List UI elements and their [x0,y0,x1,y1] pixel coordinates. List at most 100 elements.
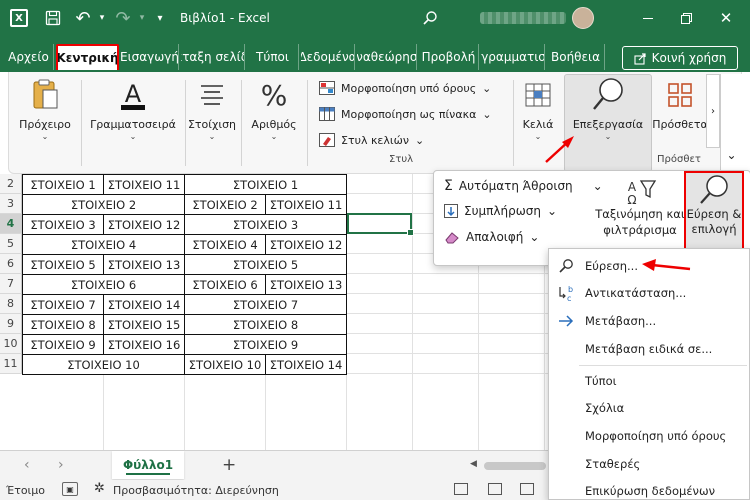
row-header-2[interactable]: 2 [0,174,22,194]
cell[interactable]: ΣΤΟΙΧΕΙΟ 13 [265,274,347,295]
tab-help[interactable]: Βοήθεια [547,44,605,70]
scroll-left-icon[interactable]: ◀ [470,459,477,469]
customize-toolbar-icon[interactable]: ▾ [152,0,168,36]
find-select-button[interactable]: Εύρεση & επιλογή [684,171,744,251]
alignment-button[interactable]: Στοίχιση ⌄ [188,76,236,148]
addins-button[interactable]: Πρόσθετα [652,76,708,148]
sort-filter-button[interactable]: AΩ Ταξινόμηση και φιλτράρισμα [594,177,686,253]
font-button[interactable]: A Γραμματοσειρά ⌄ [85,76,181,148]
cell[interactable]: ΣΤΟΙΧΕΙΟ 2 [22,194,185,215]
save-icon[interactable] [42,0,64,36]
ribbon-scroll-right-icon[interactable]: › [706,74,720,148]
cell[interactable]: ΣΤΟΙΧΕΙΟ 1 [184,174,347,195]
row-header-4[interactable]: 4 [0,214,22,234]
cell[interactable]: ΣΤΟΙΧΕΙΟ 12 [265,234,347,255]
row-header-10[interactable]: 10 [0,334,22,354]
cell-styles-button[interactable]: Στυλ κελιών ⌄ [319,130,424,150]
clear-button[interactable]: Απαλοιφή ⌄ [444,227,539,247]
minimize-button[interactable] [628,0,668,36]
row-header-11[interactable]: 11 [0,354,22,374]
cell[interactable]: ΣΤΟΙΧΕΙΟ 7 [184,294,347,315]
ribbon-collapse-icon[interactable]: ⌄ [720,74,742,170]
cell[interactable]: ΣΤΟΙΧΕΙΟ 2 [184,194,266,215]
cell[interactable]: ΣΤΟΙΧΕΙΟ 10 [184,354,266,375]
menu-item-goto[interactable]: Μετάβαση... [549,309,749,333]
cell[interactable]: ΣΤΟΙΧΕΙΟ 7 [22,294,104,315]
cell[interactable]: ΣΤΟΙΧΕΙΟ 10 [22,354,185,375]
fill-button[interactable]: Συμπλήρωση ⌄ [444,201,557,221]
undo-dropdown-icon[interactable]: ▾ [96,0,108,36]
active-cell[interactable] [347,213,414,236]
cell[interactable]: ΣΤΟΙΧΕΙΟ 4 [22,234,185,255]
cell[interactable]: ΣΤΟΙΧΕΙΟ 11 [265,194,347,215]
menu-item-conditional-formatting[interactable]: Μορφοποίηση υπό όρους [549,424,749,448]
cell[interactable]: ΣΤΟΙΧΕΙΟ 6 [22,274,185,295]
share-button[interactable]: Κοινή χρήση [622,46,738,70]
search-icon[interactable] [418,0,442,36]
tab-insert[interactable]: Εισαγωγή [121,44,179,70]
macro-icon[interactable]: ▣ [62,482,78,496]
cell[interactable]: ΣΤΟΙΧΕΙΟ 11 [103,174,185,195]
cell[interactable]: ΣΤΟΙΧΕΙΟ 16 [103,334,185,355]
cell[interactable]: ΣΤΟΙΧΕΙΟ 6 [184,274,266,295]
tab-page-layout[interactable]: Διάταξη σελίδας [181,44,245,70]
tab-view[interactable]: Προβολή [419,44,479,70]
tab-home[interactable]: Κεντρική [56,44,119,70]
number-button[interactable]: % Αριθμός ⌄ [245,76,303,148]
align-lines-icon [199,76,225,114]
cell[interactable]: ΣΤΟΙΧΕΙΟ 14 [103,294,185,315]
sheet-tab-1[interactable]: Φύλλο1 [112,451,184,479]
cell[interactable]: ΣΤΟΙΧΕΙΟ 8 [184,314,347,335]
conditional-formatting-button[interactable]: Μορφοποίηση υπό όρους ⌄ [319,78,491,98]
page-break-view-icon[interactable] [520,483,534,495]
clipboard-button[interactable]: Πρόχειρο ⌄ [13,76,77,148]
tab-review[interactable]: Αναθεώρηση [357,44,417,70]
cell[interactable]: ΣΤΟΙΧΕΙΟ 5 [184,254,347,275]
menu-item-constants[interactable]: Σταθερές [549,452,749,476]
normal-view-icon[interactable] [454,483,468,495]
tab-file[interactable]: Αρχείο [4,44,54,70]
cell[interactable]: ΣΤΟΙΧΕΙΟ 5 [22,254,104,275]
format-as-table-button[interactable]: Μορφοποίηση ως πίνακα ⌄ [319,104,492,124]
menu-item-replace[interactable]: bc Αντικατάσταση... [549,281,749,305]
tab-developer[interactable]: Προγραμματιστής [481,44,545,70]
row-header-5[interactable]: 5 [0,234,22,254]
menu-item-comments[interactable]: Σχόλια [549,396,749,420]
account-name[interactable] [478,0,568,36]
row-header-9[interactable]: 9 [0,314,22,334]
cell[interactable]: ΣΤΟΙΧΕΙΟ 13 [103,254,185,275]
restore-button[interactable] [666,0,706,36]
redo-icon[interactable]: ↷ [112,0,134,36]
accessibility-icon[interactable]: ✲ [94,481,105,496]
avatar[interactable] [570,0,596,36]
close-button[interactable]: ✕ [706,0,746,36]
horizontal-scrollbar[interactable] [484,462,546,470]
cell[interactable]: ΣΤΟΙΧΕΙΟ 15 [103,314,185,335]
cell[interactable]: ΣΤΟΙΧΕΙΟ 9 [22,334,104,355]
row-header-7[interactable]: 7 [0,274,22,294]
menu-item-formulas[interactable]: Τύποι [549,369,749,393]
cell[interactable]: ΣΤΟΙΧΕΙΟ 9 [184,334,347,355]
row-header-6[interactable]: 6 [0,254,22,274]
undo-icon[interactable]: ↶ [72,0,94,36]
cell[interactable]: ΣΤΟΙΧΕΙΟ 12 [103,214,185,235]
menu-item-goto-special[interactable]: Μετάβαση ειδικά σε... [549,337,749,361]
cell[interactable]: ΣΤΟΙΧΕΙΟ 4 [184,234,266,255]
accessibility-status[interactable]: Προσβασιμότητα: Διερεύνηση [113,484,279,497]
autosum-button[interactable]: Σ Αυτόματη Άθροιση ⌄ [444,176,603,196]
cell[interactable]: ΣΤΟΙΧΕΙΟ 1 [22,174,104,195]
cell[interactable]: ΣΤΟΙΧΕΙΟ 14 [265,354,347,375]
sheet-prev-icon[interactable]: ‹ [24,457,30,473]
tab-formulas[interactable]: Τύποι [247,44,299,70]
row-header-3[interactable]: 3 [0,194,22,214]
redo-dropdown-icon[interactable]: ▾ [136,0,148,36]
menu-item-data-validation[interactable]: Επικύρωση δεδομένων [549,479,749,499]
cell[interactable]: ΣΤΟΙΧΕΙΟ 3 [184,214,347,235]
sheet-next-icon[interactable]: › [58,457,64,473]
cell[interactable]: ΣΤΟΙΧΕΙΟ 8 [22,314,104,335]
tab-data[interactable]: Δεδομένα [301,44,355,70]
row-header-8[interactable]: 8 [0,294,22,314]
cell[interactable]: ΣΤΟΙΧΕΙΟ 3 [22,214,104,235]
page-layout-view-icon[interactable] [488,483,502,495]
add-sheet-icon[interactable]: + [222,455,236,475]
